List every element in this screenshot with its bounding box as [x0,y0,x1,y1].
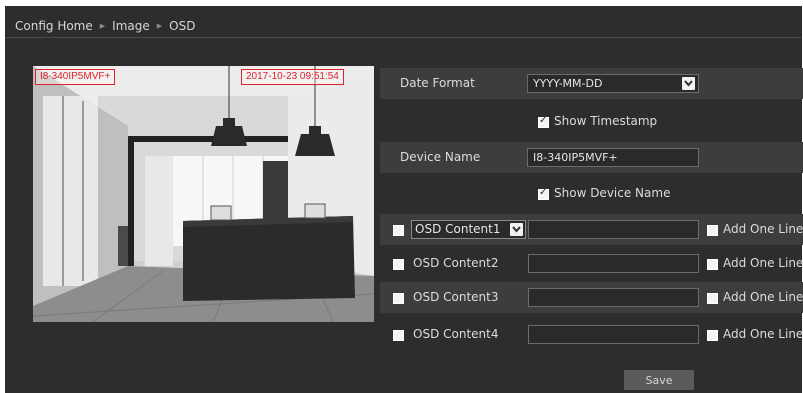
osd-content4-add-line-checkbox[interactable] [707,330,718,341]
osd-content4-row: OSD Content4 Add One Line [380,319,803,350]
header-divider [5,37,802,38]
date-format-select[interactable]: YYYY-MM-DD [527,74,699,93]
show-device-name-row: Show Device Name [380,178,803,209]
osd-content1-row: OSD Content1 Add One Line [380,214,803,245]
date-format-row: Date Format YYYY-MM-DD [380,68,803,99]
device-name-input[interactable] [527,148,699,167]
breadcrumb-osd: OSD [169,19,196,33]
show-timestamp-row: Show Timestamp [380,106,803,137]
osd-content3-add-line-label: Add One Line [723,290,803,304]
osd-content1-add-line-label: Add One Line [723,222,803,236]
osd-content2-label: OSD Content2 [413,256,499,270]
device-name-label: Device Name [400,150,481,164]
osd-content1-label: OSD Content1 [415,222,501,236]
osd-content3-input[interactable] [528,288,699,307]
triangle-right-icon: ▶ [156,22,163,30]
chevron-down-icon[interactable] [682,77,695,90]
show-device-name-label: Show Device Name [554,186,671,200]
osd-content1-input[interactable] [528,220,699,239]
osd-content1-checkbox[interactable] [393,225,404,236]
office-scene-image [33,66,374,322]
osd-content3-checkbox[interactable] [393,293,404,304]
breadcrumb-config-home[interactable]: Config Home [15,19,93,33]
chevron-down-icon[interactable] [510,223,523,236]
osd-content2-checkbox[interactable] [393,259,404,270]
osd-content2-add-line-label: Add One Line [723,256,803,270]
date-format-label: Date Format [400,76,475,90]
osd-content4-add-line-label: Add One Line [723,327,803,341]
show-timestamp-label: Show Timestamp [554,114,658,128]
osd-content1-add-line-checkbox[interactable] [707,225,718,236]
osd-content4-label: OSD Content4 [413,327,499,341]
timestamp-overlay[interactable]: 2017-10-23 09:51:54 [241,69,344,85]
camera-preview: I8-340IP5MVF+ 2017-10-23 09:51:54 [33,66,374,322]
osd-content3-row: OSD Content3 Add One Line [380,282,803,313]
osd-content2-add-line-checkbox[interactable] [707,259,718,270]
device-name-overlay[interactable]: I8-340IP5MVF+ [35,69,116,85]
show-device-name-checkbox[interactable] [538,187,549,200]
date-format-value: YYYY-MM-DD [533,77,603,90]
osd-content3-add-line-checkbox[interactable] [707,293,718,304]
osd-content4-checkbox[interactable] [393,330,404,341]
osd-content2-input[interactable] [528,254,699,273]
osd-content4-input[interactable] [528,325,699,344]
osd-content3-label: OSD Content3 [413,290,499,304]
show-timestamp-checkbox[interactable] [538,115,549,128]
save-button[interactable]: Save [624,370,694,390]
device-name-row: Device Name [380,142,803,173]
osd-content2-row: OSD Content2 Add One Line [380,248,803,279]
breadcrumb: Config Home ▶ Image ▶ OSD [15,16,195,36]
breadcrumb-image[interactable]: Image [112,19,150,33]
osd-content1-select[interactable]: OSD Content1 [411,220,526,239]
osd-config-panel: Config Home ▶ Image ▶ OSD I8-340IP5MVF+ … [5,6,803,393]
triangle-right-icon: ▶ [99,22,106,30]
